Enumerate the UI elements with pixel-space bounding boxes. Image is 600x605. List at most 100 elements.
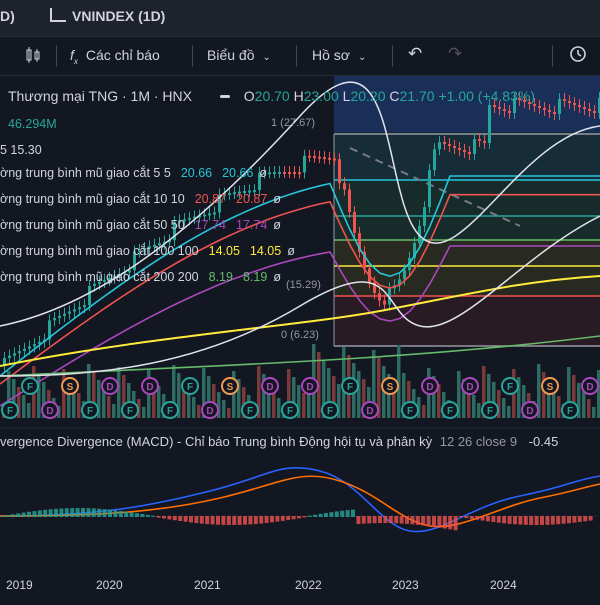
histogram-bar [356, 516, 361, 525]
open-value: 20.70 [254, 88, 290, 104]
histogram-bar [518, 516, 523, 525]
event-marker-label: F [347, 382, 353, 393]
indicators-button[interactable]: fx Các chỉ báo [70, 47, 160, 66]
ema-row[interactable]: ờng trung bình mũ giao cắt 5 5 20.66 20.66… [0, 166, 267, 180]
macd-legend[interactable]: vergence Divergence (MACD) - Chỉ báo Tru… [0, 434, 558, 449]
candle-body [343, 183, 346, 190]
event-marker-label: D [206, 406, 213, 417]
histogram-bar [64, 508, 69, 517]
fib-zone [334, 180, 600, 240]
ema-row[interactable]: ờng trung bình mũ giao cắt 100 100 14.05 1… [0, 244, 295, 258]
histogram-bar [297, 516, 301, 519]
candle-body [68, 311, 71, 314]
histogram-bar [496, 516, 501, 523]
volume-bar [422, 405, 426, 418]
event-marker-label: F [507, 382, 513, 393]
histogram-bar [464, 516, 469, 519]
histogram-bar [5, 515, 10, 517]
ema-row[interactable]: ờng trung bình mũ giao cắt 10 10 20.87 20.… [0, 192, 281, 206]
ema-row[interactable]: ờng trung bình mũ giao cắt 200 200 8.19 8.… [0, 270, 281, 284]
histogram-bar [378, 516, 382, 524]
candle-body [288, 171, 291, 174]
histogram-bar [291, 516, 296, 520]
candle-body [28, 346, 31, 349]
symbol-legend[interactable]: Thương mại TNG · 1M · HNX O20.70 H23.00 … [8, 88, 535, 104]
histogram-bar [351, 509, 355, 517]
divider [56, 45, 57, 67]
candle-body [588, 109, 591, 111]
histogram-bar [43, 509, 48, 517]
volume-bar [557, 396, 561, 418]
ema-value: 17.74 [236, 218, 268, 232]
candle-body [378, 292, 381, 301]
histogram-bar [405, 516, 409, 524]
histogram-bar [545, 516, 550, 525]
event-marker-label: F [7, 406, 13, 417]
ema-value: 14.05 [208, 244, 240, 258]
ema-value: 8.19 [208, 270, 233, 284]
volume-bar [22, 395, 26, 418]
histogram-bar [529, 516, 534, 525]
time-axis-label: 2023 [392, 578, 419, 592]
volume-bar [227, 408, 231, 418]
volume-bar [472, 395, 476, 418]
tab-previous[interactable]: D) [0, 8, 15, 24]
volume-bar [62, 369, 66, 418]
change-value: +1.00 (+4.83%) [438, 88, 535, 104]
histogram-bar [286, 516, 291, 521]
candle-body [433, 149, 436, 171]
histogram-bar [135, 513, 139, 517]
ema-row[interactable]: ờng trung bình mũ giao cắt 50 50 17.74 17.… [0, 218, 281, 232]
chevron-down-icon: ⌄ [262, 52, 271, 63]
ema-label: ờng trung bình mũ giao cắt 100 100 [0, 244, 199, 258]
event-marker-label: S [227, 382, 234, 393]
histogram-bar [453, 516, 458, 531]
undo-icon[interactable]: ↶ [408, 44, 422, 64]
ema-value: 20.87 [236, 192, 268, 206]
histogram-bar [583, 516, 588, 522]
histogram-bar [383, 516, 388, 524]
ema-status: ø [273, 270, 281, 284]
candle-body [563, 99, 566, 101]
profile-button[interactable]: Hồ sơ ⌄ [312, 47, 366, 63]
candle-body [458, 148, 461, 150]
candle-body [313, 156, 316, 159]
candle-body [503, 109, 506, 111]
histogram-bar [10, 514, 15, 517]
volume-bar [277, 398, 281, 418]
ema-label: ờng trung bình mũ giao cắt 10 10 [0, 192, 185, 206]
alert-icon[interactable] [568, 44, 588, 67]
candle-body [88, 285, 91, 306]
candle-body [493, 105, 496, 107]
histogram-bar [437, 516, 442, 528]
histogram-bar [237, 516, 242, 525]
histogram-bar [280, 516, 285, 521]
hide-icon[interactable] [219, 95, 230, 98]
candle-body [333, 158, 336, 161]
candle-body [203, 214, 206, 217]
histogram-bar [183, 516, 188, 522]
candle-body [583, 107, 586, 109]
close-value: 21.70 [399, 88, 435, 104]
volume-bar [477, 403, 481, 418]
candle-body [558, 99, 561, 114]
event-marker-label: F [447, 406, 453, 417]
redo-icon[interactable]: ↷ [448, 44, 462, 64]
histogram-bar [459, 516, 463, 518]
candle-body [353, 211, 356, 233]
histogram-bar [59, 508, 64, 517]
tab-vnindex[interactable]: VNINDEX (1D) [50, 8, 165, 24]
histogram-bar [361, 516, 366, 524]
fib-mid-label: (15.29) [286, 279, 321, 291]
histogram-bar [151, 515, 156, 517]
histogram-bar [253, 516, 258, 524]
ema-value: 17.74 [194, 218, 226, 232]
volume-bar [77, 393, 81, 418]
macd-label: vergence Divergence (MACD) - Chỉ báo Tru… [0, 434, 433, 449]
chart-type-button[interactable]: Biểu đồ ⌄ [207, 47, 271, 63]
event-marker-label: D [266, 382, 273, 393]
ema-status: ø [273, 218, 281, 232]
histogram-bar [275, 516, 280, 522]
candles-icon[interactable] [24, 45, 42, 68]
histogram-bar [556, 516, 561, 525]
